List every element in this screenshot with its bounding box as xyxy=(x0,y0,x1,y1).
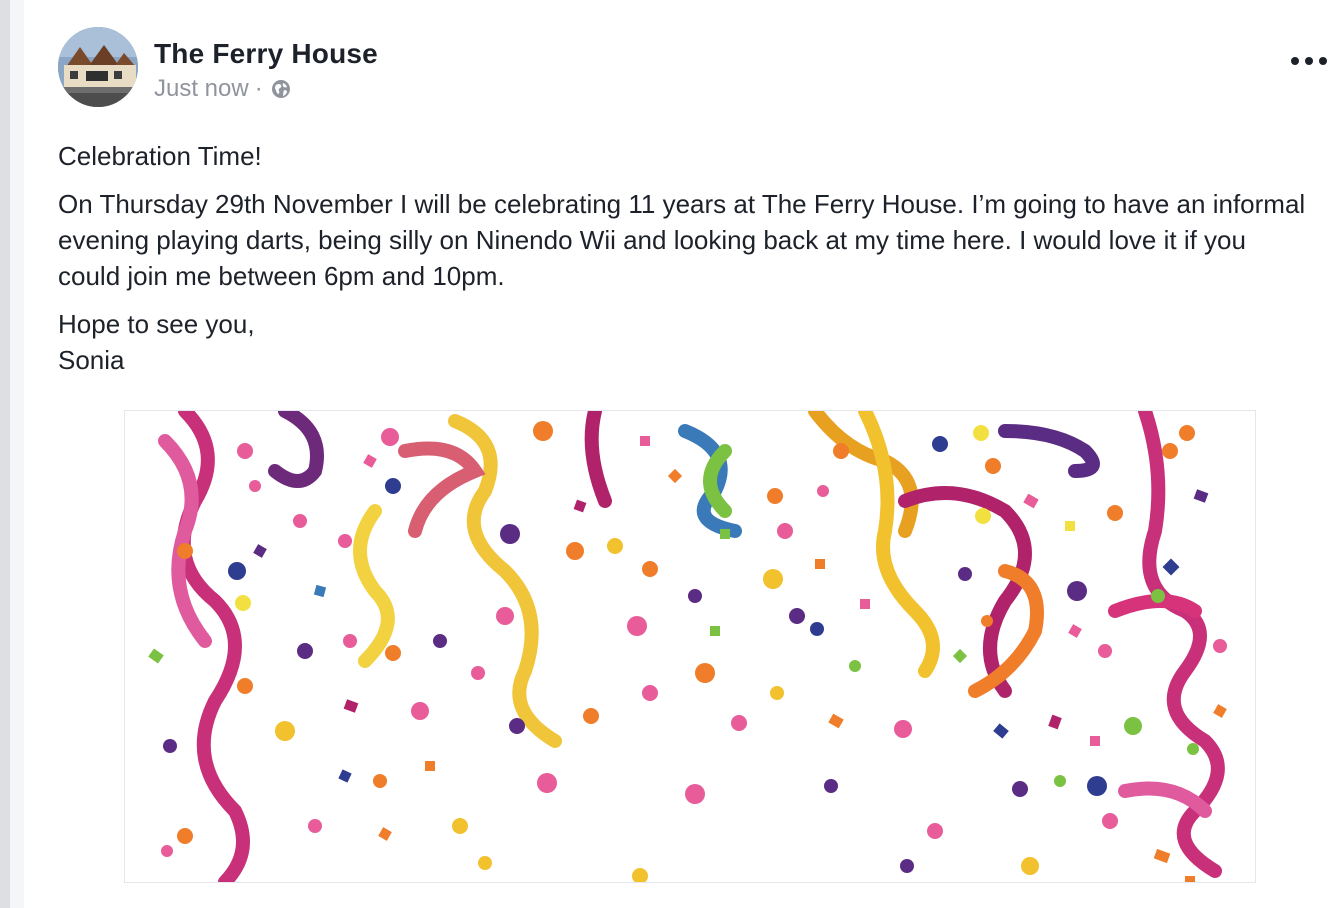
post-text: Celebration Time! On Thursday 29th Novem… xyxy=(58,138,1313,390)
timestamp-link[interactable]: Just now xyxy=(154,75,249,103)
meta-separator: · xyxy=(254,75,263,102)
post-paragraph-main: On Thursday 29th November I will be cele… xyxy=(58,189,1306,291)
post-meta: Just now · xyxy=(154,75,291,103)
confetti-streamers-image xyxy=(125,411,1255,882)
page: The Ferry House Just now · Celebration T… xyxy=(0,0,1335,908)
post-image[interactable] xyxy=(124,410,1256,883)
left-rail xyxy=(0,0,10,908)
left-gutter xyxy=(10,0,24,908)
post-paragraph-heading: Celebration Time! xyxy=(58,141,262,171)
house-photo-icon xyxy=(58,27,138,107)
post-closing: Hope to see you, Sonia xyxy=(58,306,1313,378)
post-signature: Sonia xyxy=(58,345,125,375)
page-avatar[interactable] xyxy=(58,27,138,107)
page-name-link[interactable]: The Ferry House xyxy=(154,38,378,70)
globe-icon[interactable] xyxy=(271,79,291,99)
more-options-icon[interactable] xyxy=(1291,50,1327,72)
post-closing-line: Hope to see you, xyxy=(58,309,255,339)
post-card: The Ferry House Just now · Celebration T… xyxy=(24,0,1335,908)
